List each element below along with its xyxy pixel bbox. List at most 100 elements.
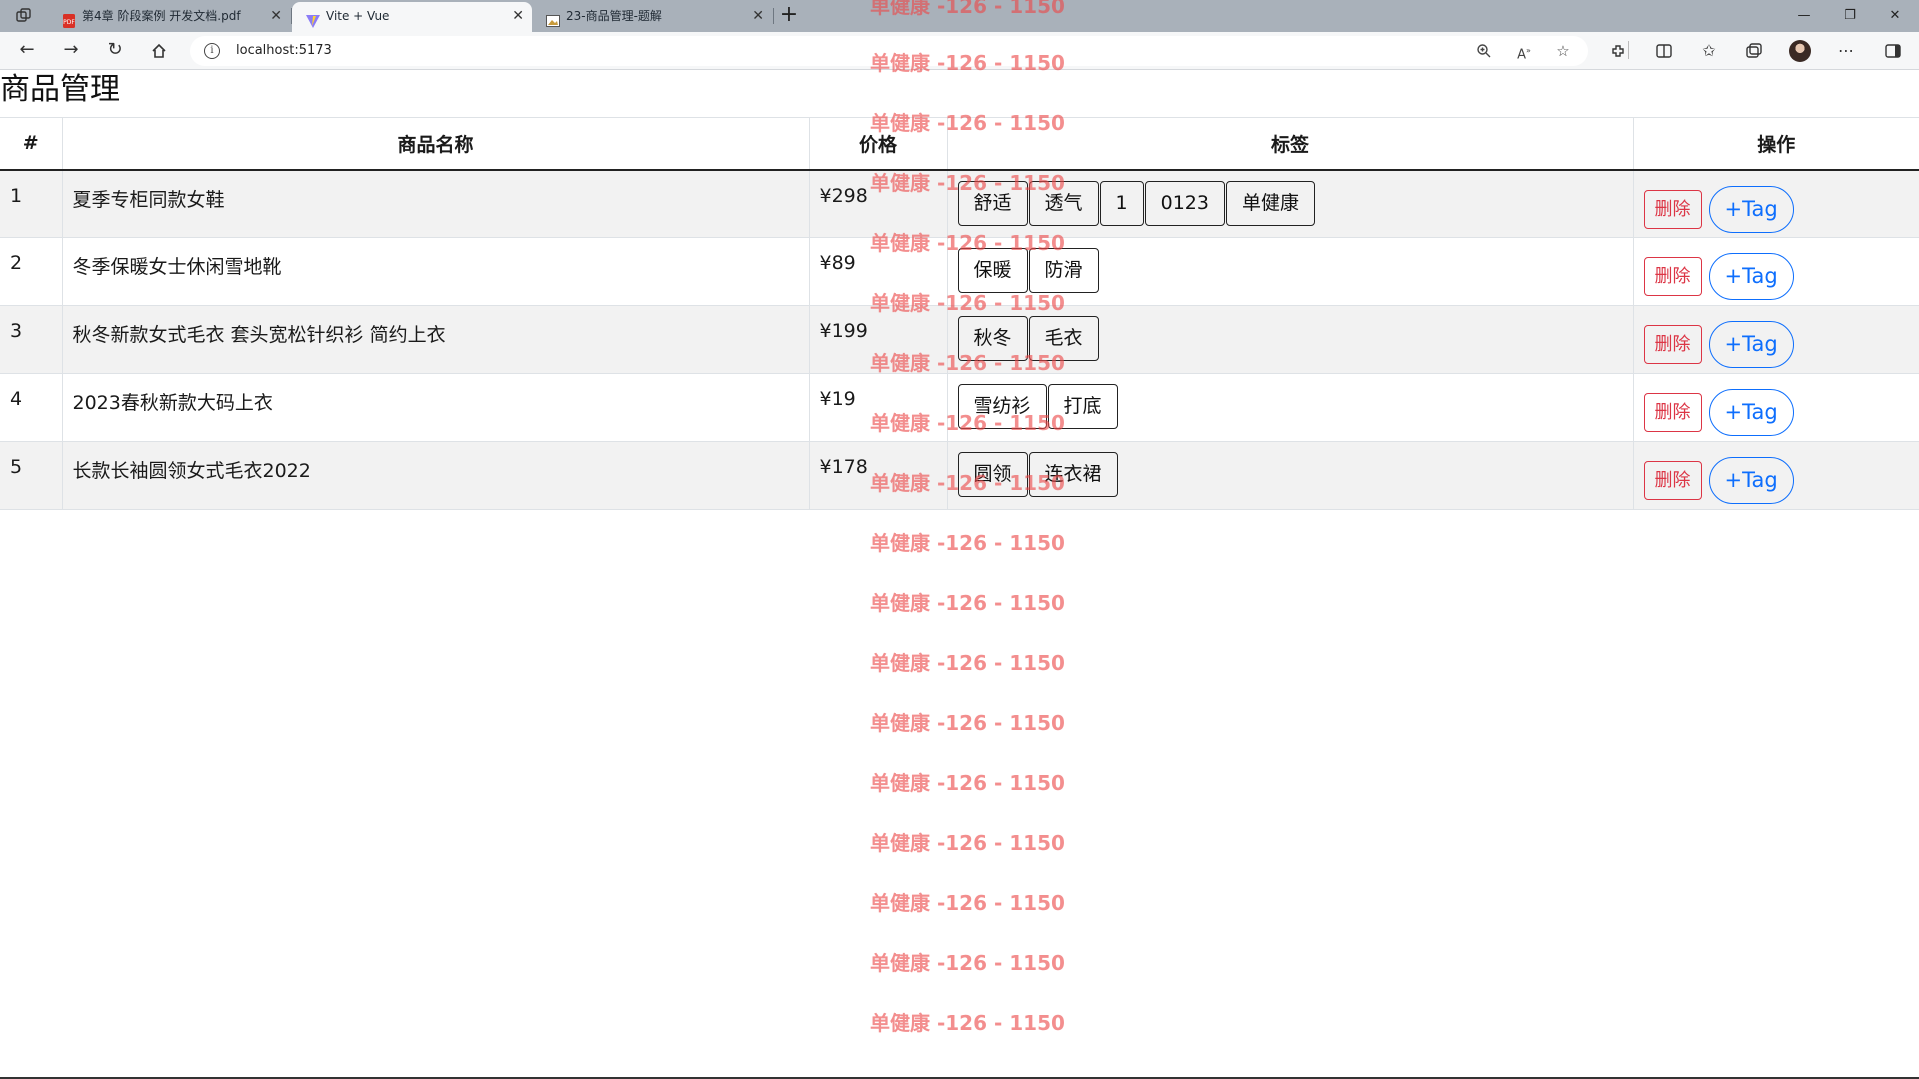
row-index: 5: [0, 441, 62, 510]
page-title: 商品管理: [0, 72, 120, 107]
tag-chip[interactable]: 单健康: [1225, 180, 1315, 226]
tag-chip[interactable]: 1: [1099, 180, 1144, 226]
delete-button[interactable]: 删除: [1643, 393, 1702, 432]
product-price: ¥199: [808, 305, 947, 374]
add-tag-button[interactable]: +Tag: [1708, 457, 1794, 504]
tag-chip[interactable]: 毛衣: [1028, 316, 1099, 361]
reload-button[interactable]: ↻: [102, 39, 128, 63]
add-tag-button[interactable]: +Tag: [1708, 253, 1794, 300]
watermark-text: 单健康 -126 - 1150: [870, 531, 1065, 555]
table-row: 5 长款长袖圆领女式毛衣2022 ¥178 圆领 连衣裙 删除 +Tag: [0, 441, 1919, 510]
tab-solution[interactable]: 23-商品管理-题解 ✕: [532, 2, 772, 32]
delete-button[interactable]: 删除: [1643, 461, 1702, 500]
row-index: 4: [0, 373, 62, 442]
tag-chip[interactable]: 连衣裙: [1028, 452, 1118, 497]
product-price: ¥89: [808, 237, 947, 306]
table-header-row: # 商品名称 价格 标签 操作: [0, 117, 1919, 171]
forward-button[interactable]: →: [58, 39, 84, 63]
address-bar[interactable]: i localhost:5173 A» ☆: [190, 36, 1588, 66]
row-index: 2: [0, 237, 62, 306]
svg-text:PDF: PDF: [63, 19, 75, 26]
column-header-name: 商品名称: [61, 117, 809, 171]
tag-list: 舒适 透气 1 0123 单健康: [946, 169, 1633, 238]
close-window-button[interactable]: ✕: [1873, 0, 1917, 32]
back-button[interactable]: ←: [14, 39, 40, 63]
tag-chip[interactable]: 保暖: [957, 248, 1028, 293]
watermark-text: 单健康 -126 - 1150: [870, 891, 1065, 915]
pdf-icon: PDF: [62, 10, 76, 28]
minimize-button[interactable]: —: [1782, 0, 1826, 32]
column-header-tags: 标签: [946, 117, 1633, 171]
product-name: 秋冬新款女式毛衣 套头宽松针织衫 简约上衣: [61, 305, 809, 374]
tag-chip[interactable]: 舒适: [957, 180, 1028, 226]
browser-tab-strip: PDF 第4章 阶段案例 开发文档.pdf ✕ Vite + Vue ✕ 23-…: [0, 0, 1919, 32]
tag-chip[interactable]: 秋冬: [957, 316, 1028, 361]
product-name: 夏季专柜同款女鞋: [61, 169, 809, 238]
tag-chip[interactable]: 圆领: [957, 452, 1028, 497]
tag-chip[interactable]: 防滑: [1028, 248, 1099, 293]
toolbar-divider: [1628, 41, 1629, 59]
product-price: ¥178: [808, 441, 947, 510]
tag-list: 雪纺衫 打底: [946, 373, 1633, 442]
tab-title: Vite + Vue: [326, 9, 390, 23]
address-url[interactable]: localhost:5173: [236, 36, 332, 66]
row-actions: 删除 +Tag: [1632, 441, 1919, 510]
delete-button[interactable]: 删除: [1643, 189, 1702, 229]
vite-icon: [306, 10, 320, 28]
watermark-text: 单健康 -126 - 1150: [870, 951, 1065, 975]
tag-chip[interactable]: 打底: [1047, 384, 1118, 429]
favorites-icon[interactable]: ✩: [1696, 39, 1722, 63]
add-tag-button[interactable]: +Tag: [1708, 185, 1794, 233]
watermark-text: 单健康 -126 - 1150: [870, 831, 1065, 855]
image-icon: [546, 10, 560, 27]
product-name: 长款长袖圆领女式毛衣2022: [61, 441, 809, 510]
table-row: 2 冬季保暖女士休闲雪地靴 ¥89 保暖 防滑 删除 +Tag: [0, 237, 1919, 306]
row-index: 1: [0, 169, 62, 238]
tab-title: 23-商品管理-题解: [566, 9, 662, 23]
favorite-star-icon[interactable]: ☆: [1551, 40, 1575, 62]
tag-chip[interactable]: 透气: [1028, 180, 1099, 226]
watermark-text: 单健康 -126 - 1150: [870, 1011, 1065, 1035]
close-tab-icon[interactable]: ✕: [752, 2, 764, 30]
tag-list: 保暖 防滑: [946, 237, 1633, 306]
table-row: 3 秋冬新款女式毛衣 套头宽松针织衫 简约上衣 ¥199 秋冬 毛衣 删除 +Ta…: [0, 305, 1919, 374]
restore-button[interactable]: ❐: [1828, 0, 1872, 32]
tag-list: 圆领 连衣裙: [946, 441, 1633, 510]
row-actions: 删除 +Tag: [1632, 237, 1919, 306]
product-name: 2023春秋新款大码上衣: [61, 373, 809, 442]
column-header-actions: 操作: [1632, 117, 1919, 171]
watermark-text: 单健康 -126 - 1150: [870, 711, 1065, 735]
watermark-text: 单健康 -126 - 1150: [870, 591, 1065, 615]
delete-button[interactable]: 删除: [1643, 257, 1702, 296]
close-tab-icon[interactable]: ✕: [270, 2, 282, 30]
sidebar-toggle-icon[interactable]: [1880, 39, 1906, 63]
read-aloud-icon[interactable]: A»: [1512, 40, 1536, 62]
site-info-icon[interactable]: i: [204, 43, 220, 59]
browser-toolbar: ← → ↻ i localhost:5173 A» ☆ ✩ ⋯: [0, 32, 1919, 70]
table-row: 1 夏季专柜同款女鞋 ¥298 舒适 透气 1 0123 单健康 删除 +Tag: [0, 169, 1919, 238]
profile-avatar[interactable]: [1789, 40, 1811, 62]
split-screen-icon[interactable]: [1651, 39, 1677, 63]
home-button[interactable]: [146, 39, 172, 63]
tab-pdf-document[interactable]: PDF 第4章 阶段案例 开发文档.pdf ✕: [48, 2, 290, 32]
tag-chip[interactable]: 0123: [1144, 180, 1225, 226]
row-actions: 删除 +Tag: [1632, 373, 1919, 442]
tab-vite-vue[interactable]: Vite + Vue ✕: [292, 2, 532, 32]
add-tag-button[interactable]: +Tag: [1708, 321, 1794, 368]
more-options-icon[interactable]: ⋯: [1833, 39, 1859, 63]
zoom-icon[interactable]: [1472, 40, 1496, 62]
workspaces-icon[interactable]: [14, 6, 36, 26]
close-tab-icon[interactable]: ✕: [512, 2, 524, 30]
add-tag-button[interactable]: +Tag: [1708, 389, 1794, 436]
new-tab-button[interactable]: +: [776, 3, 802, 29]
tag-list: 秋冬 毛衣: [946, 305, 1633, 374]
tag-chip[interactable]: 雪纺衫: [957, 384, 1047, 429]
row-actions: 删除 +Tag: [1632, 305, 1919, 374]
column-header-price: 价格: [808, 117, 947, 171]
table-row: 4 2023春秋新款大码上衣 ¥19 雪纺衫 打底 删除 +Tag: [0, 373, 1919, 442]
watermark-text: 单健康 -126 - 1150: [870, 771, 1065, 795]
delete-button[interactable]: 删除: [1643, 325, 1702, 364]
watermark-text: 单健康 -126 - 1150: [870, 651, 1065, 675]
row-actions: 删除 +Tag: [1632, 169, 1919, 238]
collections-icon[interactable]: [1741, 39, 1767, 63]
